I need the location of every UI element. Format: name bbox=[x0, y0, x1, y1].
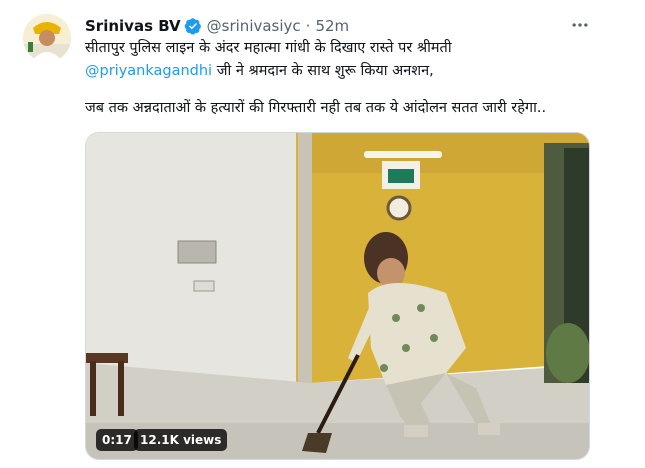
tweet-time[interactable]: 52m bbox=[315, 17, 349, 35]
tweet-header: Srinivas BV @srinivasiyc · 52m bbox=[85, 16, 349, 36]
video-duration: 0:17 bbox=[96, 429, 138, 451]
more-horizontal-icon bbox=[572, 23, 588, 27]
mention-link[interactable]: @priyankagandhi bbox=[85, 63, 212, 79]
more-options-button[interactable] bbox=[569, 14, 591, 36]
avatar-image bbox=[23, 14, 71, 62]
video-player[interactable]: 0:17 12.1K views bbox=[85, 132, 590, 460]
tweet-text-line-2-rest: जी ने श्रमदान के साथ शुरू किया अनशन, bbox=[212, 63, 434, 79]
video-views: 12.1K views bbox=[134, 429, 228, 451]
author-handle[interactable]: @srinivasiyc bbox=[207, 17, 301, 35]
verified-badge-icon bbox=[184, 17, 202, 35]
author-name[interactable]: Srinivas BV bbox=[85, 17, 181, 35]
header-separator: · bbox=[305, 17, 311, 35]
tweet-text-line-2: @priyankagandhi जी ने श्रमदान के साथ शुर… bbox=[85, 60, 605, 82]
author-avatar[interactable] bbox=[23, 14, 71, 62]
video-frame bbox=[86, 133, 589, 459]
tweet-text-line-3: जब तक अन्नदाताओं के हत्यारों की गिरफ्तार… bbox=[85, 100, 547, 116]
tweet-text-line-1: सीतापुर पुलिस लाइन के अंदर महात्मा गांधी… bbox=[85, 40, 452, 56]
tweet: Srinivas BV @srinivasiyc · 52m सीतापुर प… bbox=[0, 0, 645, 468]
